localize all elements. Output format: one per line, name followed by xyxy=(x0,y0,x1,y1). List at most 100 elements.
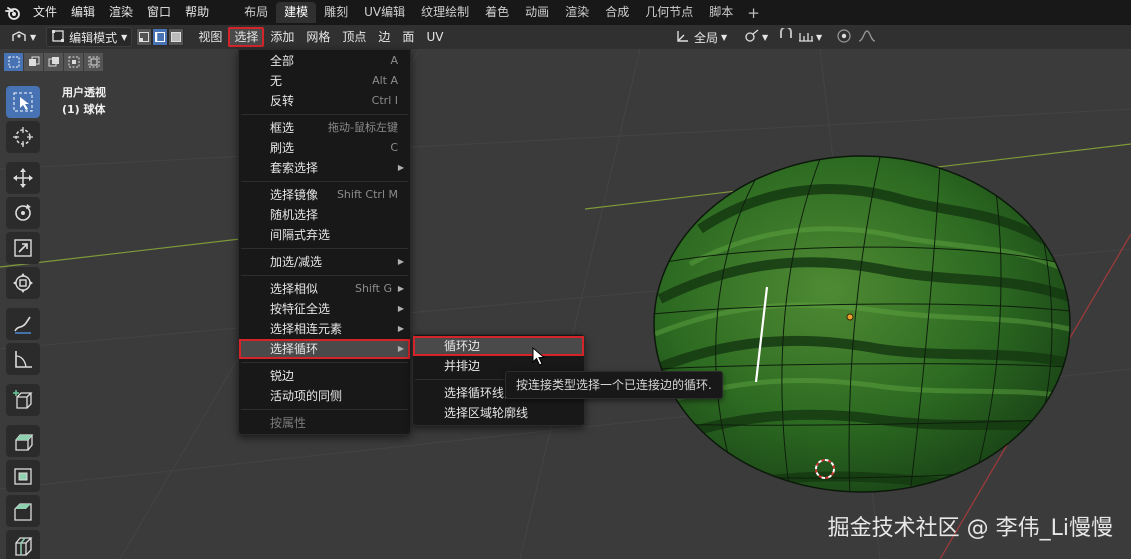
selection-mode-row xyxy=(4,53,103,71)
proportional-editing-toggle[interactable] xyxy=(836,27,852,47)
tab-geometry-nodes[interactable]: 几何节点 xyxy=(637,2,701,23)
menu-item-invert[interactable]: 反转 Ctrl I xyxy=(239,91,410,111)
header-menu-uv[interactable]: UV xyxy=(420,27,449,47)
tab-sculpting[interactable]: 雕刻 xyxy=(316,2,356,23)
menu-item-select-loops[interactable]: 选择循环 ▶ xyxy=(239,339,410,359)
shortcut-label: Ctrl I xyxy=(371,94,398,107)
menu-edit[interactable]: 编辑 xyxy=(64,0,102,25)
annotate-tool[interactable] xyxy=(6,308,40,340)
chevron-down-icon: ▼ xyxy=(121,32,128,42)
face-select-icon[interactable] xyxy=(168,28,185,46)
shortcut-label: A xyxy=(390,54,398,67)
falloff-dropdown[interactable] xyxy=(858,27,876,47)
menu-render[interactable]: 渲染 xyxy=(102,0,140,25)
menu-item-select-mirror[interactable]: 选择镜像 Shift Ctrl M xyxy=(239,185,410,205)
orientation-label: 全局 xyxy=(694,30,719,45)
header-menu-vertex[interactable]: 顶点 xyxy=(336,27,372,47)
menu-item-select-none[interactable]: 无 Alt A xyxy=(239,71,410,91)
edge-select-icon[interactable] xyxy=(152,28,169,46)
shortcut-label: 拖动-鼠标左键 xyxy=(328,121,398,134)
menu-item-checker-deselect[interactable]: 间隔式弃选 xyxy=(239,225,410,245)
header-menu-face[interactable]: 面 xyxy=(396,27,420,47)
viewport-scene xyxy=(0,49,1131,559)
tab-rendering[interactable]: 渲染 xyxy=(557,2,597,23)
select-extend-icon[interactable] xyxy=(24,53,43,71)
tool-shelf xyxy=(6,86,42,559)
snap-increment-icon xyxy=(798,29,814,46)
watermark-text: 掘金技术社区 @ 李伟_Li慢慢 xyxy=(827,516,1113,541)
snap-target-dropdown[interactable]: ▼ xyxy=(798,27,822,47)
menu-item-lasso-select[interactable]: 套索选择 ▶ xyxy=(239,158,410,178)
measure-icon xyxy=(15,351,32,368)
header-menu-view[interactable]: 视图 xyxy=(192,27,228,47)
menu-item-label: 按属性 xyxy=(270,416,307,430)
move-tool[interactable] xyxy=(6,162,40,194)
chevron-down-icon: ▼ xyxy=(721,32,728,42)
menu-item-select-linked[interactable]: 选择相连元素 ▶ xyxy=(239,319,410,339)
snap-toggle[interactable] xyxy=(778,25,794,47)
object-name-label: (1) 球体 xyxy=(62,103,106,116)
tab-modeling[interactable]: 建模 xyxy=(276,2,317,23)
shortcut-label: Shift G xyxy=(354,282,392,295)
header-menu-edge[interactable]: 边 xyxy=(372,27,396,47)
menu-item-label: 选择相连元素 xyxy=(270,322,343,336)
menu-item-label: 加选/减选 xyxy=(270,255,323,269)
inset-tool[interactable] xyxy=(6,460,40,492)
menu-item-box-select[interactable]: 框选 拖动-鼠标左键 xyxy=(239,118,410,138)
edit-mode-icon xyxy=(51,29,65,46)
menu-help[interactable]: 帮助 xyxy=(178,0,216,25)
watermelon-mesh[interactable] xyxy=(652,155,1078,497)
shortcut-label: C xyxy=(390,141,398,154)
tab-layout[interactable]: 布局 xyxy=(236,2,276,23)
menu-item-select-all[interactable]: 全部 A xyxy=(239,51,410,71)
rotate-tool[interactable] xyxy=(6,197,40,229)
menu-window[interactable]: 窗口 xyxy=(140,0,178,25)
menu-item-circle-select[interactable]: 刷选 C xyxy=(239,138,410,158)
select-difference-icon[interactable] xyxy=(64,53,83,71)
submenu-arrow-icon: ▶ xyxy=(397,344,404,353)
select-intersect-icon[interactable] xyxy=(84,53,103,71)
blender-logo-icon[interactable] xyxy=(0,0,26,25)
menu-item-select-all-by-trait[interactable]: 按特征全选 ▶ xyxy=(239,299,410,319)
select-box-tool[interactable] xyxy=(6,86,40,118)
menu-item-side-of-active[interactable]: 活动项的同侧 xyxy=(239,386,410,406)
header-menu-mesh[interactable]: 网格 xyxy=(300,27,336,47)
measure-tool[interactable] xyxy=(6,343,40,375)
add-workspace-button[interactable]: + xyxy=(741,4,766,22)
vertex-select-icon[interactable] xyxy=(136,28,153,46)
loop-cut-tool[interactable] xyxy=(6,530,40,559)
bevel-tool[interactable] xyxy=(6,495,40,527)
menu-item-select-sharp-edges[interactable]: 锐边 xyxy=(239,366,410,386)
tab-animation[interactable]: 动画 xyxy=(517,2,557,23)
header-menu-select[interactable]: 选择 xyxy=(228,27,265,47)
menu-item-select-random[interactable]: 随机选择 xyxy=(239,205,410,225)
menu-item-select-similar[interactable]: 选择相似 Shift G ▶ xyxy=(239,279,410,299)
select-dropdown-menu: 全部 A 无 Alt A 反转 Ctrl I 框选 拖动-鼠标左键 刷选 C 套索选择 ▶ … xyxy=(238,49,411,435)
mode-dropdown[interactable]: 编辑模式 ▼ xyxy=(46,27,133,47)
submenu-item-edge-loops[interactable]: 循环边 xyxy=(413,336,584,356)
cursor-icon xyxy=(13,127,33,147)
menu-item-select-more-less[interactable]: 加选/减选 ▶ xyxy=(239,252,410,272)
header-menu-add[interactable]: 添加 xyxy=(264,27,300,47)
editor-type-button[interactable]: ▼ xyxy=(6,27,40,47)
menu-item-label: 选择循环 xyxy=(270,342,319,356)
tab-scripting[interactable]: 脚本 xyxy=(701,2,741,23)
3d-viewport[interactable]: 用户透视 (1) 球体 xyxy=(0,49,1131,559)
tab-shading[interactable]: 着色 xyxy=(477,2,517,23)
view-name-label: 用户透视 xyxy=(62,86,106,99)
menu-separator xyxy=(241,275,408,276)
tab-texture-paint[interactable]: 纹理绘制 xyxy=(413,2,477,23)
pivot-point-dropdown[interactable]: ▼ xyxy=(744,27,768,47)
select-subtract-icon[interactable] xyxy=(44,53,63,71)
add-cube-tool[interactable] xyxy=(6,384,40,416)
transform-tool[interactable] xyxy=(6,267,40,299)
select-new-icon[interactable] xyxy=(4,53,23,71)
scale-tool[interactable] xyxy=(6,232,40,264)
cursor-tool[interactable] xyxy=(6,121,40,153)
transform-orientation-dropdown[interactable]: 全局 ▼ xyxy=(676,27,727,47)
menu-file[interactable]: 文件 xyxy=(26,0,64,25)
extrude-tool[interactable] xyxy=(6,425,40,457)
tab-uv-editing[interactable]: UV编辑 xyxy=(356,2,413,23)
tab-compositing[interactable]: 合成 xyxy=(597,2,637,23)
submenu-item-boundary-loop[interactable]: 选择区域轮廓线 xyxy=(413,403,584,423)
